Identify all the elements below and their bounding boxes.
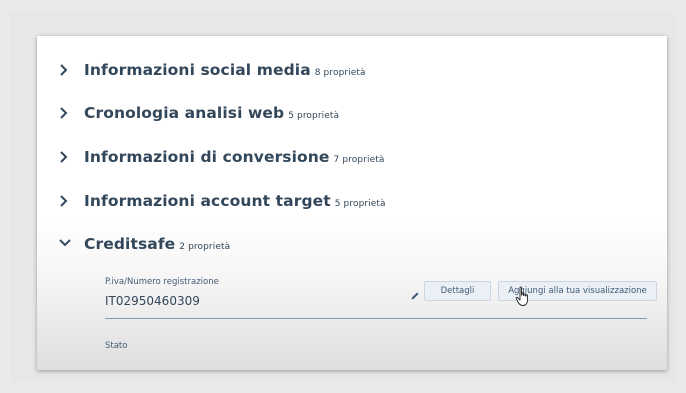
group-creditsafe[interactable]: Creditsafe 2 proprietà	[37, 229, 667, 259]
chevron-right-icon	[58, 63, 70, 77]
properties-card: Informazioni social media 8 proprietà Cro…	[37, 36, 667, 370]
group-title: Informazioni di conversione 7 proprietà	[84, 148, 385, 166]
chevron-right-icon	[58, 106, 70, 120]
group-title: Cronologia analisi web 5 proprietà	[84, 104, 340, 122]
group-title: Creditsafe 2 proprietà	[84, 235, 231, 253]
chevron-right-icon	[58, 194, 70, 208]
property-value[interactable]: IT02950460309	[105, 294, 200, 308]
group-web-analytics[interactable]: Cronologia analisi web 5 proprietà	[37, 98, 667, 128]
details-button[interactable]: Dettagli	[424, 281, 491, 301]
add-to-view-button[interactable]: Aggiungi alla tua visualizzazione	[498, 281, 657, 301]
group-social-media[interactable]: Informazioni social media 8 proprietà	[37, 55, 667, 85]
group-target-account[interactable]: Informazioni account target 5 proprietà	[37, 186, 667, 216]
group-title: Informazioni account target 5 proprietà	[84, 192, 386, 210]
registration-property: P.iva/Numero registrazione IT02950460309…	[105, 277, 657, 321]
property-label: Stato	[105, 341, 128, 351]
group-count: 7 proprietà	[333, 155, 385, 165]
chevron-down-icon	[58, 237, 71, 251]
chevron-right-icon	[58, 150, 70, 164]
property-label: P.iva/Numero registrazione	[105, 277, 219, 287]
property-divider	[105, 318, 647, 319]
pencil-icon[interactable]	[409, 287, 421, 300]
group-conversion[interactable]: Informazioni di conversione 7 proprietà	[37, 142, 667, 172]
status-property: Stato	[105, 341, 647, 361]
group-count: 8 proprietà	[314, 68, 366, 78]
group-count: 2 proprietà	[179, 242, 231, 252]
group-count: 5 proprietà	[334, 199, 386, 209]
group-count: 5 proprietà	[288, 111, 340, 121]
group-title: Informazioni social media 8 proprietà	[84, 61, 366, 79]
